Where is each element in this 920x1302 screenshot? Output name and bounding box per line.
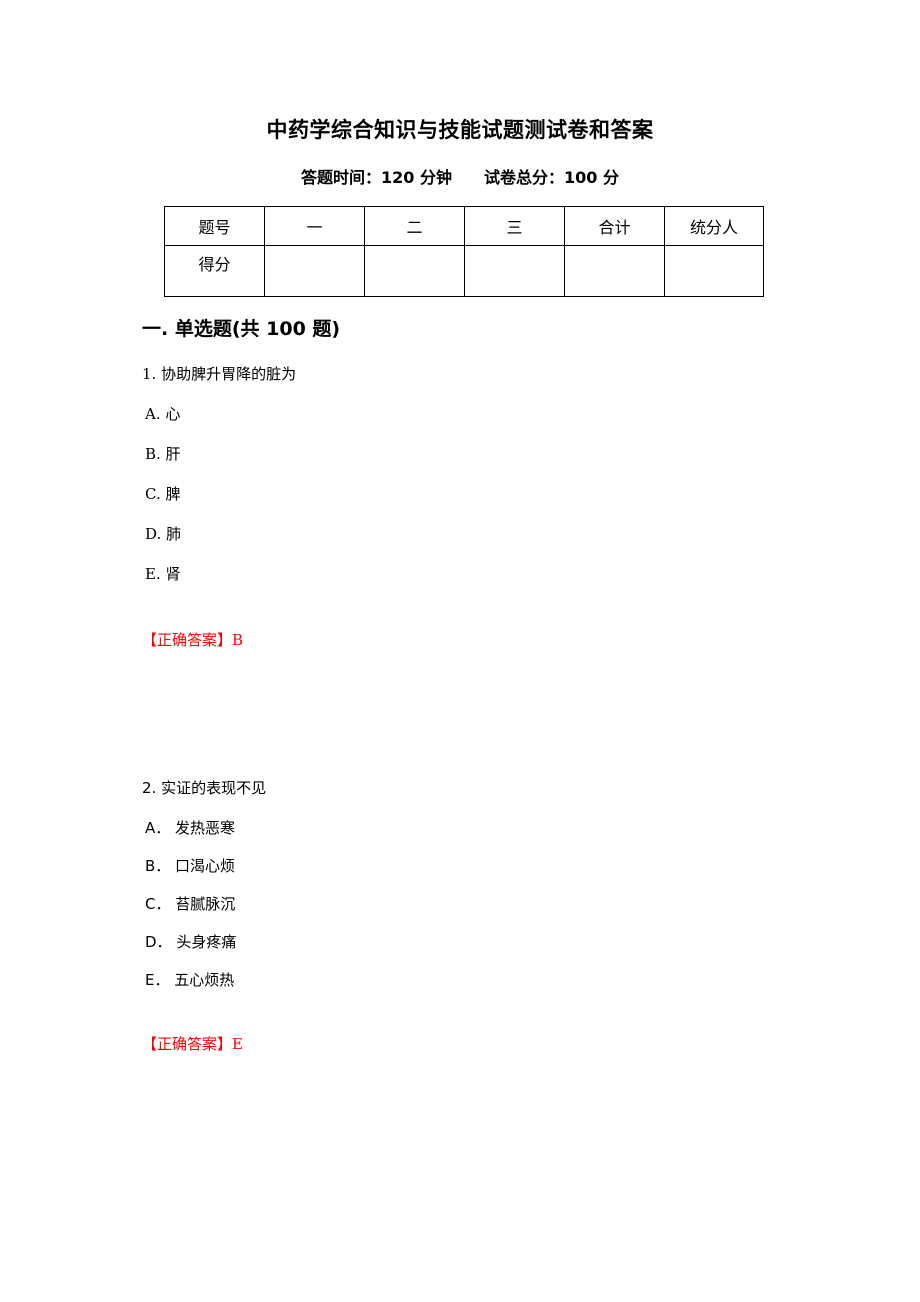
table-header-cell-one: 一 [264, 206, 365, 246]
table-cell-score-scorer[interactable] [664, 245, 764, 297]
option-b[interactable]: B. 肝 [145, 445, 842, 463]
score-summary-table: 题号 一 二 三 合计 统分人 得分 [164, 206, 764, 297]
correct-answer-2: 【正确答案】E [142, 1034, 243, 1053]
section-heading-single-choice: 一. 单选题(共 100 题) [142, 318, 341, 340]
table-header-cell-scorer: 统分人 [664, 206, 764, 246]
table-cell-score-total[interactable] [564, 245, 665, 297]
exam-meta-subtitle: 答题时间：120 分钟 试卷总分：100 分 [301, 168, 619, 187]
option-d[interactable]: D. 肺 [145, 525, 842, 543]
option-e[interactable]: E. 肾 [145, 565, 842, 583]
table-header-cell-two: 二 [364, 206, 465, 246]
option-d[interactable]: D． 头身疼痛 [145, 933, 842, 951]
table-cell-score-three[interactable] [464, 245, 565, 297]
table-cell-score-one[interactable] [264, 245, 365, 297]
table-cell-score-two[interactable] [364, 245, 465, 297]
option-a[interactable]: A. 心 [145, 405, 842, 423]
question-block-2: 2. 实证的表现不见 A． 发热恶寒 B． 口渴心烦 C． 苔腻脉沉 D． 头身… [142, 779, 842, 1053]
option-a[interactable]: A． 发热恶寒 [145, 819, 842, 837]
question-stem: 1. 协助脾升胃降的脏为 [142, 364, 297, 383]
question-stem: 2. 实证的表现不见 [142, 778, 267, 797]
exam-paper-page: 中药学综合知识与技能试题测试卷和答案 答题时间：120 分钟 试卷总分：100 … [0, 0, 920, 1302]
table-row: 题号 一 二 三 合计 统分人 [164, 206, 764, 246]
table-cell-score-label: 得分 [164, 245, 265, 297]
option-c[interactable]: C． 苔腻脉沉 [145, 895, 842, 913]
question-options: A. 心 B. 肝 C. 脾 D. 肺 E. 肾 [142, 405, 842, 583]
table-row: 得分 [164, 245, 764, 297]
question-block-1: 1. 协助脾升胃降的脏为 A. 心 B. 肝 C. 脾 D. 肺 E. 肾 【正… [142, 365, 842, 649]
exam-body: 一. 单选题(共 100 题) 1. 协助脾升胃降的脏为 A. 心 B. 肝 C… [142, 318, 842, 1053]
option-e[interactable]: E． 五心烦热 [145, 971, 842, 989]
correct-answer-1: 【正确答案】B [142, 630, 244, 649]
option-b[interactable]: B． 口渴心烦 [145, 857, 842, 875]
table-header-cell-three: 三 [464, 206, 565, 246]
table-header-cell-total: 合计 [564, 206, 665, 246]
page-title: 中药学综合知识与技能试题测试卷和答案 [266, 118, 654, 142]
question-options: A． 发热恶寒 B． 口渴心烦 C． 苔腻脉沉 D． 头身疼痛 E． 五心烦热 [142, 819, 842, 989]
option-c[interactable]: C. 脾 [145, 485, 842, 503]
table-header-cell-question-no: 题号 [164, 206, 265, 246]
